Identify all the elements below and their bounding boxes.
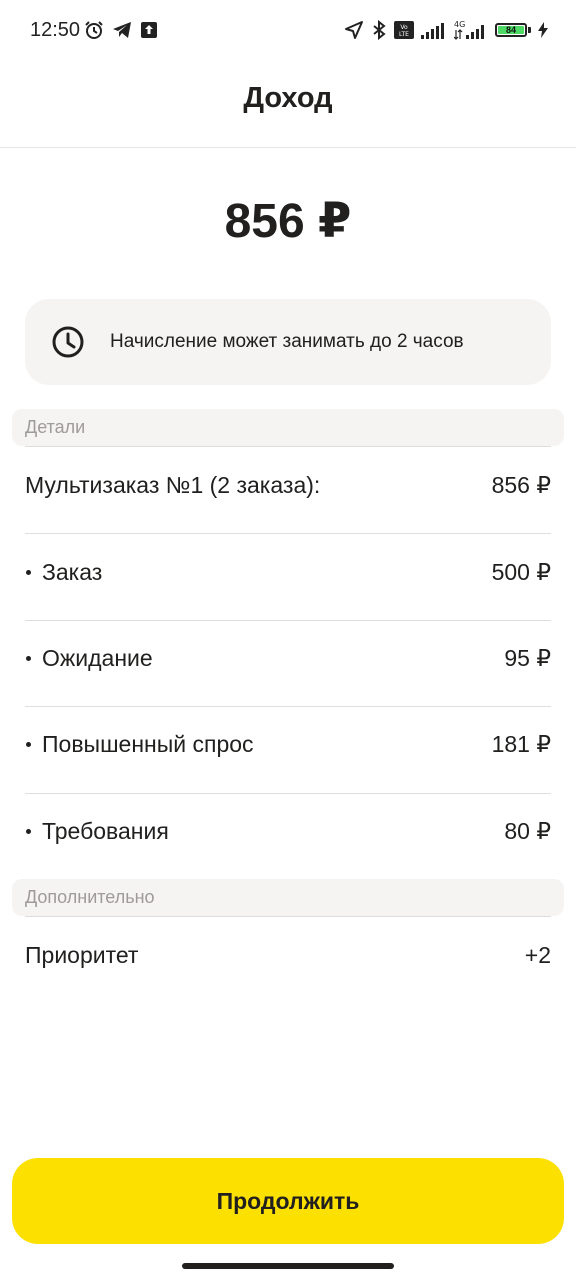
network-type-label: 4G xyxy=(454,20,465,29)
additional-row-priority: Приоритет +2 xyxy=(25,942,551,969)
detail-row-waiting: Ожидание 95 ₽ xyxy=(25,645,551,672)
detail-value: 80 ₽ xyxy=(504,818,551,844)
alarm-icon xyxy=(84,20,104,40)
additional-section-header: Дополнительно xyxy=(12,879,564,916)
detail-row-order: Заказ 500 ₽ xyxy=(25,559,551,586)
page-title: Доход xyxy=(243,82,333,114)
detail-label: Ожидание xyxy=(42,645,153,671)
divider xyxy=(25,793,551,794)
battery-icon: 84 xyxy=(495,23,531,37)
bullet-icon xyxy=(26,742,31,747)
status-bar: 12:50 Vo LTE 4G 84 xyxy=(0,0,576,62)
page-header: Доход xyxy=(0,62,576,148)
details-section-header: Детали xyxy=(12,409,564,446)
income-amount: 856 ₽ xyxy=(224,195,352,248)
detail-label: Заказ xyxy=(42,559,103,585)
bullet-icon xyxy=(26,570,31,575)
notice-text: Начисление может занимать до 2 часов xyxy=(110,331,464,352)
bluetooth-icon xyxy=(371,20,387,40)
detail-value: 500 ₽ xyxy=(491,559,551,585)
divider xyxy=(25,706,551,707)
divider xyxy=(25,620,551,621)
home-indicator[interactable] xyxy=(182,1263,394,1269)
charging-icon xyxy=(538,22,548,38)
bullet-icon xyxy=(26,656,31,661)
location-arrow-icon xyxy=(344,20,364,40)
bullet-icon xyxy=(26,829,31,834)
signal-4g-icon: 4G xyxy=(454,19,488,41)
detail-label: Повышенный спрос xyxy=(42,731,254,757)
upload-icon xyxy=(140,21,158,39)
status-time: 12:50 xyxy=(30,19,81,41)
continue-button[interactable]: Продолжить xyxy=(12,1158,564,1244)
divider xyxy=(25,533,551,534)
divider xyxy=(25,446,551,447)
signal-icon xyxy=(421,21,447,39)
detail-value: 181 ₽ xyxy=(491,731,551,757)
detail-label: Требования xyxy=(42,818,169,844)
svg-text:LTE: LTE xyxy=(399,31,409,38)
telegram-icon xyxy=(112,21,132,39)
svg-text:Vo: Vo xyxy=(400,24,408,31)
status-right-icons: Vo LTE 4G 84 xyxy=(344,19,548,41)
additional-label: Приоритет xyxy=(25,942,139,968)
detail-row-requirements: Требования 80 ₽ xyxy=(25,818,551,845)
detail-value: 95 ₽ xyxy=(504,645,551,671)
detail-row-surge: Повышенный спрос 181 ₽ xyxy=(25,731,551,758)
battery-level: 84 xyxy=(498,25,524,35)
detail-value: 856 ₽ xyxy=(491,472,551,498)
divider xyxy=(25,916,551,917)
clock-icon xyxy=(52,326,84,358)
detail-label: Мультизаказ №1 (2 заказа): xyxy=(25,472,321,498)
processing-notice: Начисление может занимать до 2 часов xyxy=(25,299,551,385)
status-left-icons xyxy=(84,20,158,40)
volte-icon: Vo LTE xyxy=(394,21,414,39)
detail-row-multiorder: Мультизаказ №1 (2 заказа): 856 ₽ xyxy=(25,472,551,499)
additional-value: +2 xyxy=(524,942,551,968)
